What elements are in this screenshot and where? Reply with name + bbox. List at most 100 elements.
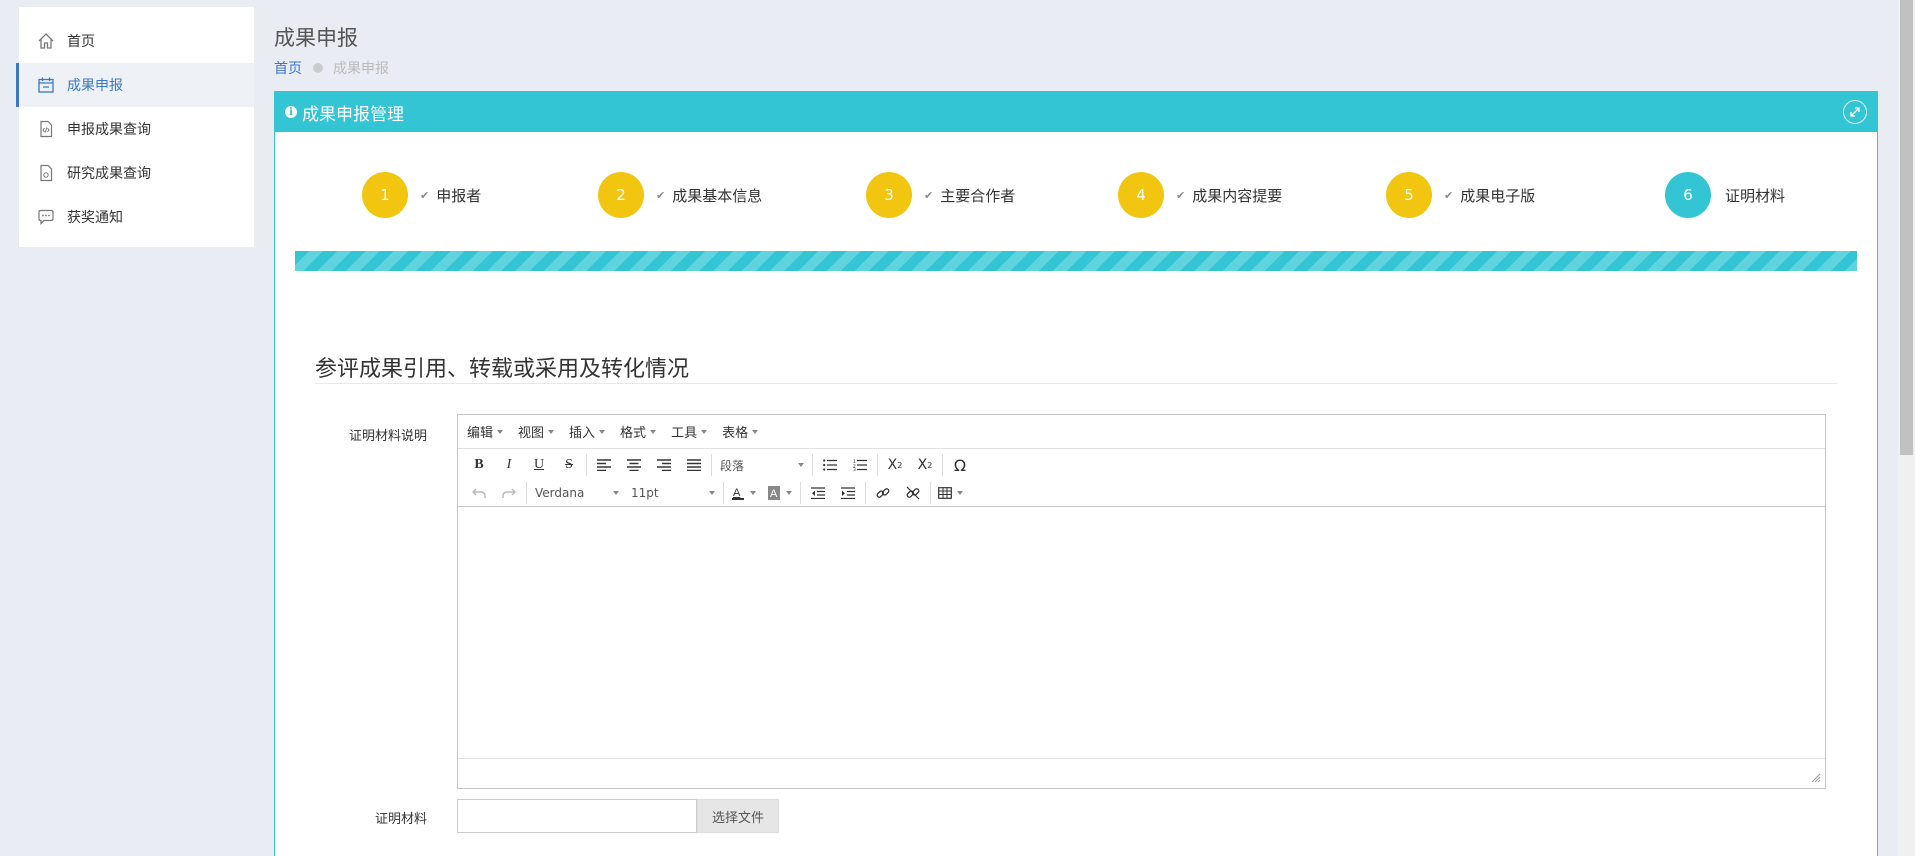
- panel-header: i 成果申报管理: [275, 92, 1877, 132]
- menu-table[interactable]: 表格: [722, 422, 759, 441]
- expand-button[interactable]: [1843, 100, 1867, 124]
- step-wizard: 1 ✔ 申报者 2 ✔ 成果基本信息 3 ✔ 主要合作者 4 ✔ 成果内容提要 …: [275, 172, 1877, 220]
- sidebar-item-label: 获奖通知: [67, 210, 123, 226]
- text-color-icon[interactable]: A: [726, 481, 750, 505]
- menu-tools[interactable]: 工具: [671, 422, 708, 441]
- sidebar-item-achievement-declare[interactable]: 成果申报: [16, 63, 254, 107]
- link-icon[interactable]: [868, 481, 898, 505]
- align-left-icon[interactable]: [589, 453, 619, 477]
- font-family-select[interactable]: Verdana: [529, 481, 625, 505]
- sidebar-item-label: 成果申报: [67, 78, 123, 94]
- align-justify-icon[interactable]: [679, 453, 709, 477]
- sidebar-item-declared-query[interactable]: 申报成果查询: [19, 107, 254, 151]
- breadcrumb-separator: [313, 63, 323, 73]
- svg-text:A: A: [733, 487, 741, 499]
- step-label: 成果电子版: [1460, 186, 1536, 205]
- expand-icon: [1850, 107, 1860, 117]
- bullet-list-icon[interactable]: [815, 453, 845, 477]
- underline-icon[interactable]: U: [524, 453, 554, 477]
- step-number: 2: [598, 172, 644, 218]
- menu-view[interactable]: 视图: [518, 422, 555, 441]
- table-button[interactable]: [933, 481, 963, 505]
- check-icon: ✔: [420, 188, 430, 202]
- scrollbar-thumb[interactable]: [1900, 0, 1913, 455]
- superscript-icon[interactable]: X2: [910, 453, 940, 477]
- sidebar-item-label: 研究成果查询: [67, 166, 151, 182]
- table-icon[interactable]: [933, 481, 957, 505]
- step-label: 申报者: [436, 186, 482, 205]
- step-number: 5: [1386, 172, 1432, 218]
- text-color-button[interactable]: A: [726, 481, 762, 505]
- sidebar: 首页 成果申报 申报成果查询 研究成果查询 获奖通知: [16, 7, 254, 247]
- panel-title: 成果申报管理: [302, 104, 404, 125]
- menu-format[interactable]: 格式: [620, 422, 657, 441]
- breadcrumb-current: 成果申报: [333, 61, 389, 77]
- check-icon: ✔: [656, 188, 666, 202]
- file-label: 证明材料: [374, 812, 427, 827]
- chat-bubble-icon: [37, 208, 55, 226]
- sidebar-item-home[interactable]: 首页: [19, 19, 254, 63]
- step-number: 3: [866, 172, 912, 218]
- step-2[interactable]: 2 ✔ 成果基本信息: [598, 172, 762, 218]
- check-icon: ✔: [1444, 188, 1454, 202]
- step-label: 成果内容提要: [1192, 186, 1283, 205]
- step-label: 证明材料: [1725, 186, 1786, 205]
- info-icon: i: [285, 106, 297, 118]
- bold-icon[interactable]: B: [464, 453, 494, 477]
- description-label: 证明材料说明: [348, 429, 427, 444]
- editor-toolbar: B I U S 段落 1 2 3 X 2 X 2 Ω Verdana 11pt …: [458, 449, 1825, 507]
- indent-icon[interactable]: [833, 481, 863, 505]
- align-right-icon[interactable]: [649, 453, 679, 477]
- section-title: 参评成果引用、转载或采用及转化情况: [315, 357, 690, 382]
- subscript-icon[interactable]: X2: [880, 453, 910, 477]
- unlink-icon[interactable]: [898, 481, 928, 505]
- strikethrough-icon[interactable]: S: [554, 453, 584, 477]
- step-label: 成果基本信息: [672, 186, 763, 205]
- align-center-icon[interactable]: [619, 453, 649, 477]
- page-title: 成果申报: [274, 26, 358, 50]
- numbered-list-icon[interactable]: 123: [845, 453, 875, 477]
- background-color-button[interactable]: A: [762, 481, 798, 505]
- editor-content-area[interactable]: [458, 507, 1825, 759]
- sidebar-item-award-notice[interactable]: 获奖通知: [19, 195, 254, 239]
- code-file-icon: [37, 120, 55, 138]
- redo-icon[interactable]: [494, 481, 524, 505]
- main-panel: i 成果申报管理 1 ✔ 申报者 2 ✔ 成果基本信息 3 ✔ 主要合作者 4 …: [274, 91, 1878, 856]
- sidebar-item-research-query[interactable]: 研究成果查询: [19, 151, 254, 195]
- step-label: 主要合作者: [940, 186, 1016, 205]
- step-4[interactable]: 4 ✔ 成果内容提要: [1118, 172, 1282, 218]
- outdent-icon[interactable]: [803, 481, 833, 505]
- font-size-select[interactable]: 11pt: [625, 481, 721, 505]
- editor-statusbar: [458, 759, 1825, 787]
- step-3[interactable]: 3 ✔ 主要合作者: [866, 172, 1015, 218]
- menu-edit[interactable]: 编辑: [467, 422, 504, 441]
- italic-icon[interactable]: I: [494, 453, 524, 477]
- undo-icon[interactable]: [464, 481, 494, 505]
- step-number: 1: [362, 172, 408, 218]
- editor-menubar: 编辑 视图 插入 格式 工具 表格: [458, 415, 1825, 449]
- background-color-icon[interactable]: A: [762, 481, 786, 505]
- document-icon: [37, 164, 55, 182]
- rich-text-editor: 编辑 视图 插入 格式 工具 表格 B I U S 段落 1 2 3 X 2 X…: [457, 414, 1826, 789]
- menu-insert[interactable]: 插入: [569, 422, 606, 441]
- svg-text:A: A: [770, 488, 778, 500]
- block-format-select[interactable]: 段落: [714, 453, 810, 477]
- choose-file-button[interactable]: 选择文件: [697, 799, 779, 833]
- home-icon: [37, 32, 55, 50]
- step-6[interactable]: 6 证明材料: [1665, 172, 1785, 218]
- scrollbar[interactable]: [1898, 0, 1915, 856]
- sidebar-item-label: 申报成果查询: [67, 122, 151, 138]
- progress-bar: [295, 251, 1857, 271]
- section-divider: [315, 383, 1837, 384]
- resize-handle-icon[interactable]: [1811, 773, 1821, 783]
- step-1[interactable]: 1 ✔ 申报者: [362, 172, 481, 218]
- breadcrumb: 首页 成果申报: [274, 58, 389, 78]
- check-icon: ✔: [1176, 188, 1186, 202]
- file-path-input[interactable]: [457, 799, 697, 833]
- step-number: 4: [1118, 172, 1164, 218]
- step-5[interactable]: 5 ✔ 成果电子版: [1386, 172, 1535, 218]
- special-character-icon[interactable]: Ω: [945, 453, 975, 477]
- svg-text:3: 3: [853, 467, 856, 471]
- breadcrumb-home-link[interactable]: 首页: [274, 58, 302, 78]
- step-number: 6: [1665, 172, 1711, 218]
